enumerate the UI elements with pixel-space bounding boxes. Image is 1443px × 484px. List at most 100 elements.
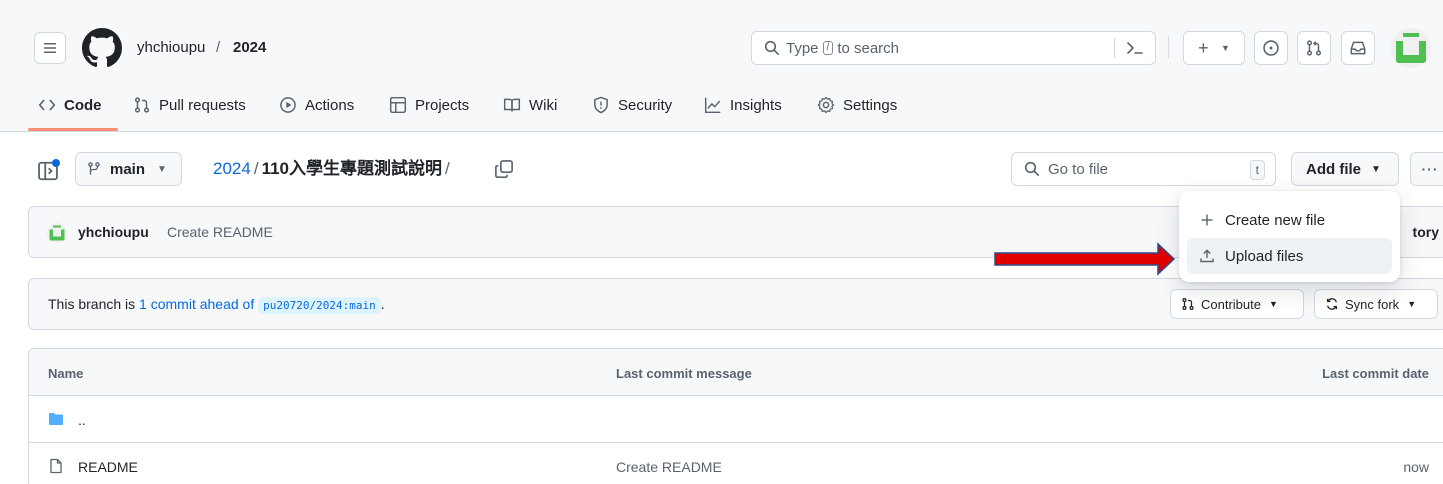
repo-nav: Code Pull requests Actions Projects Wiki…	[0, 86, 1443, 132]
tab-projects[interactable]: Projects	[389, 94, 469, 116]
code-icon	[38, 99, 56, 111]
contribute-label: Contribute	[1201, 296, 1261, 312]
upload-files-menu-item[interactable]: Upload files	[1187, 238, 1392, 274]
repo-owner-link[interactable]: yhchioupu	[137, 38, 205, 58]
table-row-readme[interactable]: README Create README now	[29, 443, 1443, 484]
tab-security-label: Security	[618, 96, 673, 114]
user-avatar[interactable]	[1391, 28, 1431, 68]
branch-status-text: This branch is 1 commit ahead of pu20720…	[48, 296, 385, 314]
identicon-avatar-icon	[1391, 28, 1431, 68]
file-tree-toggle-button[interactable]	[37, 159, 60, 182]
file-commit-date: now	[1403, 459, 1429, 475]
more-options-button[interactable]: ···	[1410, 152, 1443, 186]
tab-code-label: Code	[64, 96, 102, 114]
tab-wiki[interactable]: Wiki	[503, 94, 557, 116]
go-to-file-placeholder: Go to file	[1048, 160, 1109, 178]
tab-actions-label: Actions	[305, 96, 355, 114]
git-branch-icon	[88, 162, 100, 175]
chevron-down-icon: ▼	[157, 163, 167, 175]
chevron-down-icon: ▼	[1371, 163, 1381, 175]
gear-icon	[817, 96, 835, 114]
command-palette-icon[interactable]	[1125, 39, 1145, 57]
inbox-icon	[1350, 41, 1366, 55]
file-table-header: Name Last commit message Last commit dat…	[29, 349, 1443, 396]
branch-name: main	[110, 160, 146, 178]
file-name-parent[interactable]: ..	[78, 412, 86, 428]
file-icon	[50, 458, 62, 474]
column-name-header: Name	[48, 366, 84, 381]
branch-status-prefix: This branch is	[48, 296, 136, 312]
sync-fork-button[interactable]: Sync fork ▼	[1314, 289, 1438, 319]
hamburger-menu-button[interactable]	[34, 32, 66, 64]
file-commit-message[interactable]: Create README	[616, 459, 722, 475]
tab-pull-requests[interactable]: Pull requests	[133, 94, 246, 116]
commit-author-avatar[interactable]	[47, 223, 67, 243]
global-header: yhchioupu / 2024 Type / to search + ▼ Co…	[0, 0, 1443, 132]
search-icon	[764, 40, 779, 55]
branch-selector-button[interactable]: main ▼	[75, 152, 182, 186]
tab-code[interactable]: Code	[38, 94, 102, 116]
commit-author-link[interactable]: yhchioupu	[78, 224, 149, 240]
commit-message-link[interactable]: Create README	[167, 224, 273, 240]
git-pull-request-icon	[1306, 40, 1322, 56]
path-current-folder: 110入學生專題測試說明	[261, 159, 442, 178]
path-separator: /	[253, 159, 259, 178]
graph-icon	[704, 97, 721, 114]
contribute-button[interactable]: Contribute ▼	[1170, 289, 1304, 319]
create-new-file-menu-item[interactable]: Create new file	[1187, 202, 1392, 238]
plus-label: +	[1198, 38, 1209, 58]
table-icon	[389, 96, 407, 114]
create-new-button[interactable]: + ▼	[1183, 31, 1245, 65]
chevron-down-icon: ▼	[1407, 299, 1417, 309]
issue-opened-icon	[1263, 40, 1279, 56]
column-message-header: Last commit message	[616, 366, 752, 381]
file-name-readme[interactable]: README	[78, 459, 138, 475]
upstream-branch-ref[interactable]: pu20720/2024:main	[258, 297, 381, 314]
tab-pull-requests-label: Pull requests	[159, 96, 246, 114]
go-to-file-shortcut: t	[1249, 160, 1265, 180]
search-shortcut-key: /	[822, 41, 834, 55]
issues-button[interactable]	[1254, 31, 1288, 65]
plus-icon	[1201, 214, 1213, 226]
tab-projects-label: Projects	[415, 96, 470, 114]
commits-ahead-link[interactable]: 1 commit ahead of	[139, 296, 254, 312]
shield-icon	[594, 96, 608, 114]
active-tab-indicator	[28, 128, 118, 131]
add-file-button[interactable]: Add file ▼	[1291, 152, 1399, 186]
folder-icon	[49, 413, 63, 425]
path-trailing-separator: /	[445, 159, 450, 178]
file-path-breadcrumb: 2024/110入學生專題測試說明 /	[213, 158, 453, 180]
table-row-parent-dir[interactable]: ..	[29, 396, 1443, 443]
history-link[interactable]: tory	[1413, 224, 1439, 240]
search-icon	[1024, 161, 1039, 176]
upload-icon	[1200, 249, 1214, 263]
tab-settings-label: Settings	[843, 96, 898, 114]
tab-actions[interactable]: Actions	[279, 94, 354, 116]
identicon-avatar-icon	[47, 223, 67, 243]
branch-status-bar: This branch is 1 commit ahead of pu20720…	[28, 278, 1443, 330]
red-arrow-annotation	[994, 242, 1176, 276]
git-pull-request-icon	[1182, 298, 1194, 310]
inbox-button[interactable]	[1341, 31, 1375, 65]
go-to-file-input[interactable]: Go to file t	[1011, 152, 1276, 186]
chevron-down-icon: ▼	[1268, 299, 1278, 309]
pull-requests-header-button[interactable]	[1297, 31, 1331, 65]
add-file-dropdown-menu: Create new file Upload files	[1179, 191, 1400, 282]
create-new-file-label: Create new file	[1225, 211, 1326, 229]
tab-wiki-label: Wiki	[529, 96, 558, 114]
tab-insights[interactable]: Insights	[704, 94, 782, 116]
repo-name-link[interactable]: 2024	[233, 38, 266, 58]
search-divider	[1114, 38, 1115, 58]
tab-security[interactable]: Security	[592, 94, 672, 116]
github-logo-icon[interactable]	[82, 28, 122, 68]
tab-settings[interactable]: Settings	[817, 94, 897, 116]
global-search-input[interactable]: Type / to search	[751, 31, 1156, 65]
column-date-header: Last commit date	[1322, 366, 1429, 381]
kebab-horizontal-icon: ···	[1421, 161, 1439, 177]
chevron-down-icon: ▼	[1220, 43, 1230, 53]
path-root-link[interactable]: 2024	[213, 159, 251, 178]
sync-icon	[1326, 298, 1338, 310]
search-suffix: to search	[837, 39, 900, 57]
copy-path-icon[interactable]	[494, 159, 514, 179]
tab-insights-label: Insights	[730, 96, 782, 114]
